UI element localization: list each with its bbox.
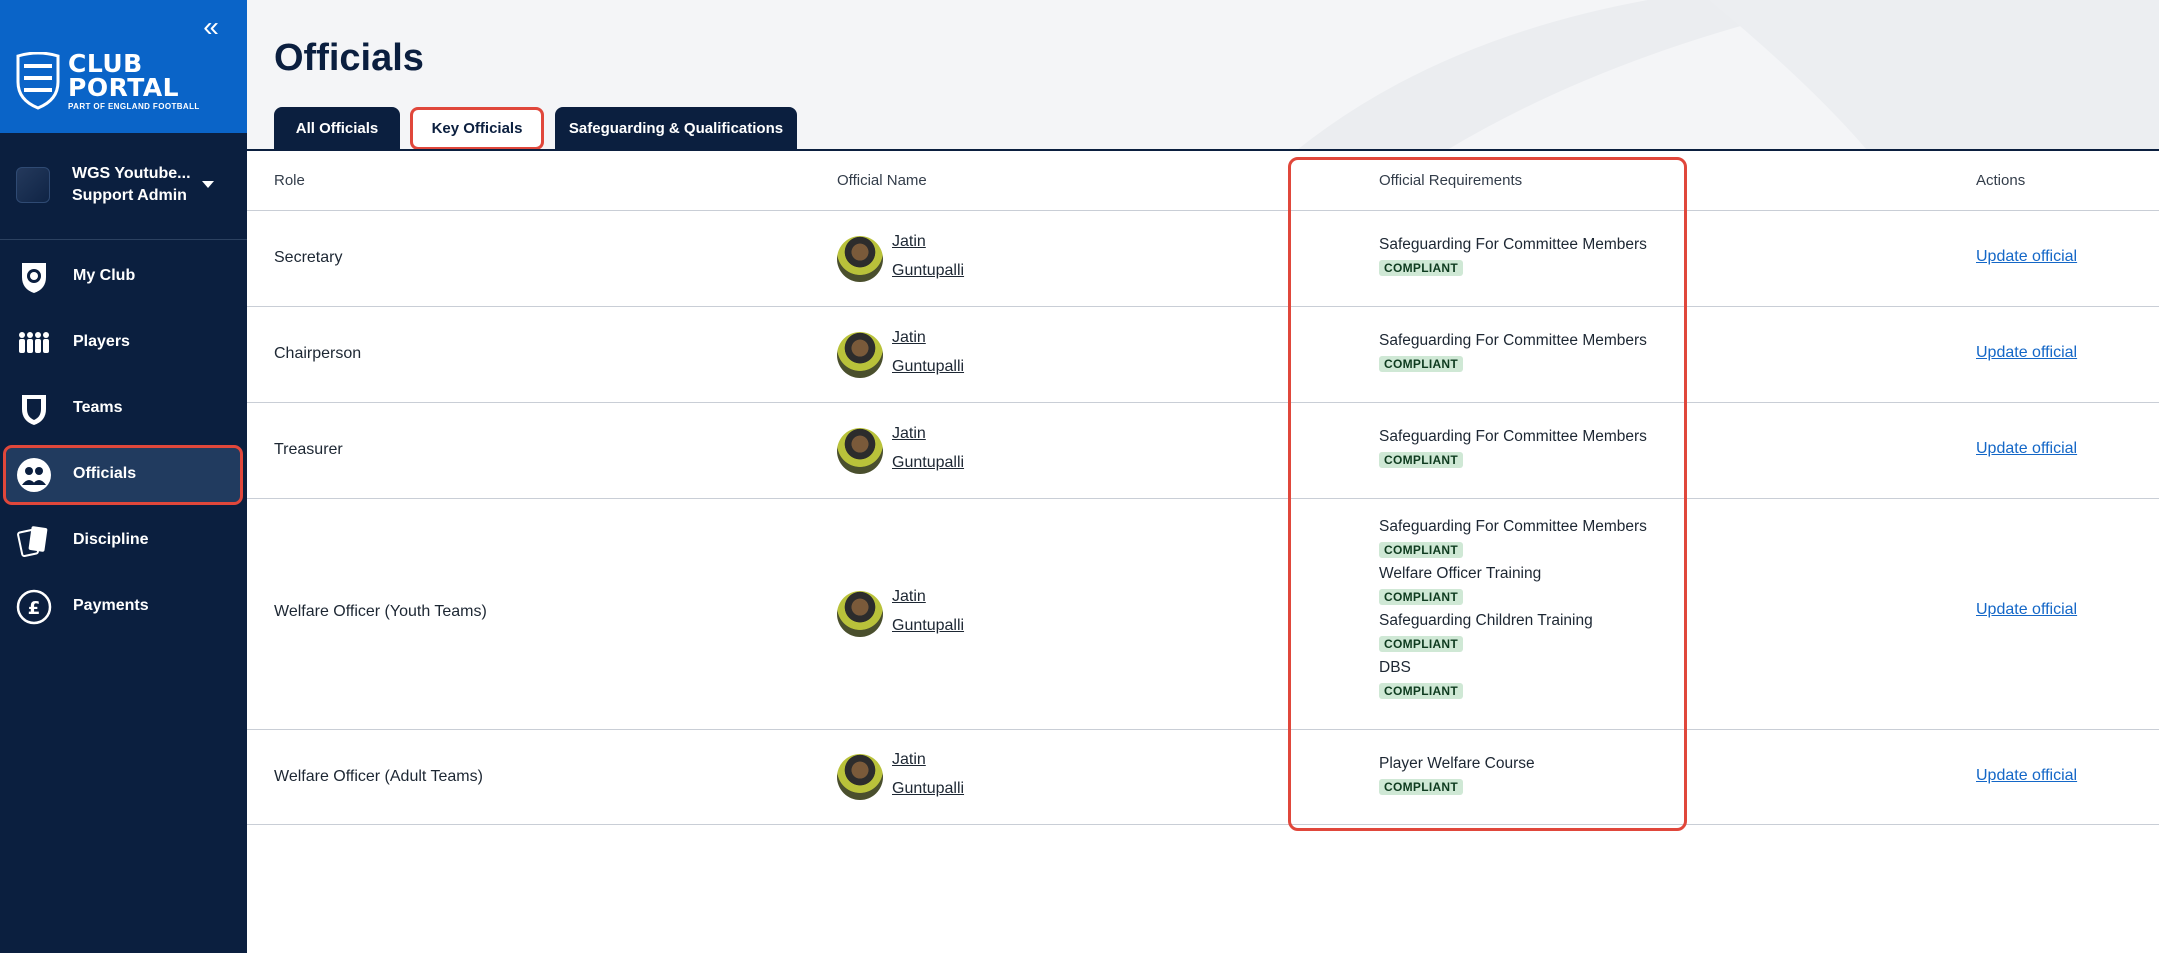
tab-all-officials[interactable]: All Officials xyxy=(274,107,400,150)
sidebar-item-label: Teams xyxy=(73,399,123,416)
requirement-title: Safeguarding For Committee Members xyxy=(1379,332,1647,349)
shield-ball-icon xyxy=(22,263,46,293)
requirement-title: DBS xyxy=(1379,659,1411,676)
official-first-name-link[interactable]: Jatin xyxy=(892,588,926,606)
tab-key-officials[interactable]: Key Officials xyxy=(410,107,544,150)
role-cell: Chairperson xyxy=(274,345,362,362)
logo-subtitle: PART OF ENGLAND FOOTBALL xyxy=(68,102,200,111)
official-last-name-link[interactable]: Guntupalli xyxy=(892,262,964,280)
requirement-title: Safeguarding For Committee Members xyxy=(1379,428,1647,445)
status-badge: COMPLIANT xyxy=(1379,589,1464,605)
club-name: WGS Youtube... xyxy=(72,165,191,182)
role-cell: Welfare Officer (Youth Teams) xyxy=(274,603,487,620)
update-official-link[interactable]: Update official xyxy=(1976,601,2077,619)
column-header-requirements: Official Requirements xyxy=(1379,172,1523,189)
role-cell: Treasurer xyxy=(274,441,343,458)
chevron-down-icon[interactable] xyxy=(202,181,214,188)
official-last-name-link[interactable]: Guntupalli xyxy=(892,454,964,472)
table-header: Role Official Name Official Requirements… xyxy=(247,151,2159,211)
update-official-link[interactable]: Update official xyxy=(1976,767,2077,785)
sidebar-item-teams[interactable]: Teams xyxy=(6,382,240,436)
pound-icon: £ xyxy=(16,589,52,625)
official-last-name-link[interactable]: Guntupalli xyxy=(892,358,964,376)
brand-header: « CLUB PORTAL PART OF ENGLAND FOOTBALL xyxy=(0,0,247,133)
column-header-actions: Actions xyxy=(1976,172,2026,189)
three-lions-logo-icon xyxy=(16,52,60,110)
status-badge: COMPLIANT xyxy=(1379,452,1464,468)
sidebar-item-payments[interactable]: £ Payments xyxy=(6,580,240,634)
avatar xyxy=(837,332,883,378)
table-row: Secretary Jatin Guntupalli Safeguarding … xyxy=(247,211,2159,307)
requirements-cell: Safeguarding For Committee Members COMPL… xyxy=(1379,428,1647,475)
officials-icon xyxy=(17,458,51,492)
sidebar-item-label: Players xyxy=(73,333,130,350)
logo-text: CLUB PORTAL PART OF ENGLAND FOOTBALL xyxy=(68,51,200,111)
requirements-cell: Safeguarding For Committee Members COMPL… xyxy=(1379,236,1647,283)
requirements-cell: Safeguarding For Committee Members COMPL… xyxy=(1379,518,1647,706)
table-row: Welfare Officer (Adult Teams) Jatin Gunt… xyxy=(247,730,2159,825)
status-badge: COMPLIANT xyxy=(1379,779,1464,795)
official-first-name-link[interactable]: Jatin xyxy=(892,751,926,769)
club-switcher[interactable]: WGS Youtube... Support Admin xyxy=(0,133,247,240)
sidebar-item-label: Discipline xyxy=(73,531,149,548)
requirement-title: Safeguarding For Committee Members xyxy=(1379,518,1647,535)
requirement-title: Safeguarding For Committee Members xyxy=(1379,236,1647,253)
main-content: Officials All Officials Key Officials Sa… xyxy=(247,0,2159,953)
avatar xyxy=(837,591,883,637)
club-avatar xyxy=(16,167,50,203)
requirement-title: Welfare Officer Training xyxy=(1379,565,1542,582)
avatar xyxy=(837,428,883,474)
sidebar-item-label: Officials xyxy=(73,465,137,482)
sidebar-item-my-club[interactable]: My Club xyxy=(6,250,240,304)
teams-shield-icon xyxy=(22,395,46,425)
sidebar-item-officials[interactable]: Officials xyxy=(3,445,243,505)
official-first-name-link[interactable]: Jatin xyxy=(892,329,926,347)
page-title: Officials xyxy=(274,37,424,79)
tab-safeguarding-qualifications[interactable]: Safeguarding & Qualifications xyxy=(555,107,797,150)
status-badge: COMPLIANT xyxy=(1379,260,1464,276)
sidebar: « CLUB PORTAL PART OF ENGLAND FOOTBALL W… xyxy=(0,0,247,953)
requirement-title: Player Welfare Course xyxy=(1379,755,1535,772)
cards-icon xyxy=(17,526,48,558)
avatar xyxy=(837,236,883,282)
table-row: Treasurer Jatin Guntupalli Safeguarding … xyxy=(247,403,2159,499)
column-header-role: Role xyxy=(274,172,305,189)
update-official-link[interactable]: Update official xyxy=(1976,344,2077,362)
requirements-cell: Safeguarding For Committee Members COMPL… xyxy=(1379,332,1647,379)
role-cell: Welfare Officer (Adult Teams) xyxy=(274,768,483,785)
club-role: Support Admin xyxy=(72,187,187,204)
requirement-title: Safeguarding Children Training xyxy=(1379,612,1593,629)
table-row: Chairperson Jatin Guntupalli Safeguardin… xyxy=(247,307,2159,403)
role-cell: Secretary xyxy=(274,249,343,266)
sidebar-item-players[interactable]: Players xyxy=(6,316,240,370)
sidebar-item-label: Payments xyxy=(73,597,149,614)
logo-line-portal: PORTAL xyxy=(68,73,180,102)
status-badge: COMPLIANT xyxy=(1379,683,1464,699)
sidebar-item-discipline[interactable]: Discipline xyxy=(6,514,240,568)
requirements-cell: Player Welfare Course COMPLIANT xyxy=(1379,755,1535,802)
official-last-name-link[interactable]: Guntupalli xyxy=(892,617,964,635)
status-badge: COMPLIANT xyxy=(1379,636,1464,652)
avatar xyxy=(837,754,883,800)
status-badge: COMPLIANT xyxy=(1379,356,1464,372)
official-last-name-link[interactable]: Guntupalli xyxy=(892,780,964,798)
update-official-link[interactable]: Update official xyxy=(1976,440,2077,458)
official-first-name-link[interactable]: Jatin xyxy=(892,425,926,443)
svg-text:£: £ xyxy=(28,598,41,619)
official-first-name-link[interactable]: Jatin xyxy=(892,233,926,251)
players-icon xyxy=(19,332,49,353)
table-row: Welfare Officer (Youth Teams) Jatin Gunt… xyxy=(247,499,2159,730)
collapse-sidebar-icon[interactable]: « xyxy=(199,13,223,41)
update-official-link[interactable]: Update official xyxy=(1976,248,2077,266)
sidebar-item-label: My Club xyxy=(73,267,136,284)
column-header-official-name: Official Name xyxy=(837,172,927,189)
status-badge: COMPLIANT xyxy=(1379,542,1464,558)
